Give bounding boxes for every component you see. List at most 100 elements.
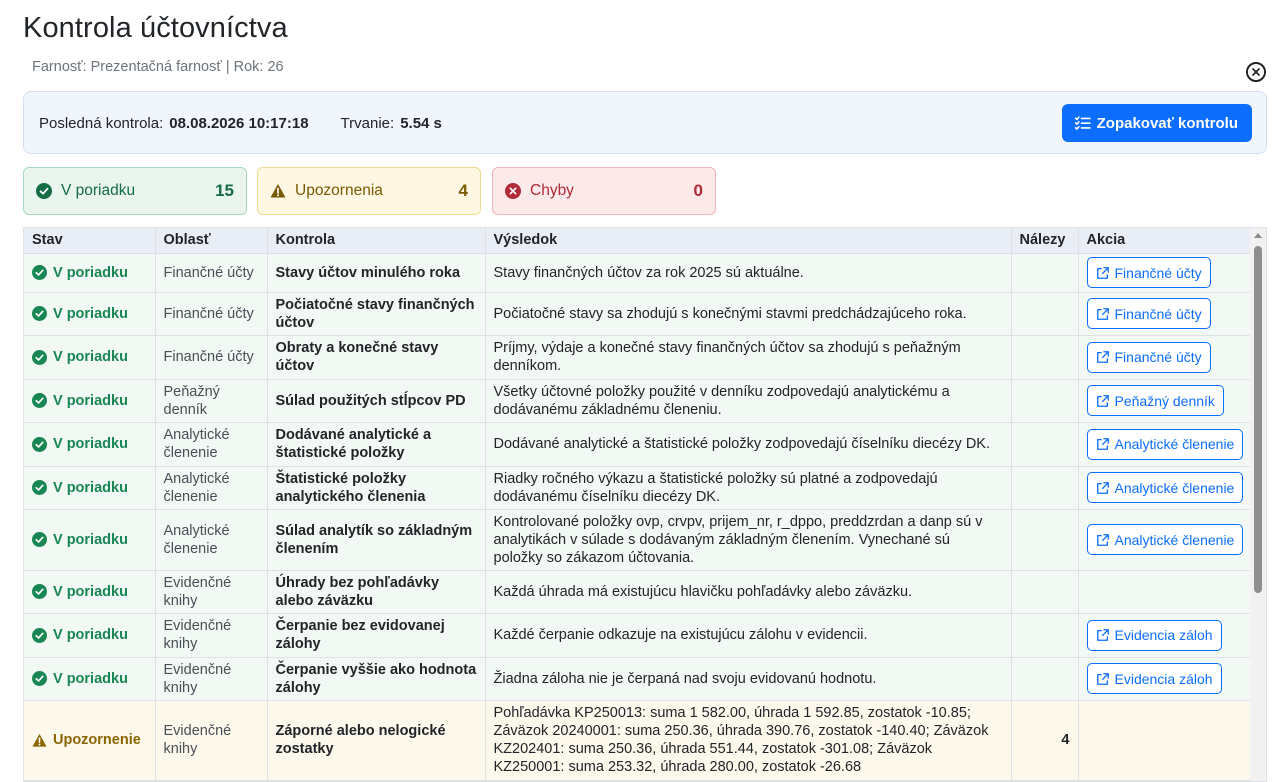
area-cell: Peňažný denník <box>155 379 268 423</box>
rerun-label: Zopakovať kontrolu <box>1096 114 1238 132</box>
findings-cell <box>1011 292 1079 336</box>
status-badge: V poriadku <box>32 479 147 497</box>
status-cell: V poriadku <box>24 657 156 701</box>
action-link-button[interactable]: Finančné účty <box>1086 341 1211 373</box>
action-cell: Finančné účty <box>1078 292 1252 336</box>
status-cell: V poriadku <box>24 570 156 614</box>
duration-value: 5.54 s <box>400 115 442 132</box>
action-label: Analytické členenie <box>1114 531 1235 548</box>
action-link-button[interactable]: Peňažný denník <box>1086 385 1224 416</box>
action-link-button[interactable]: Finančné účty <box>1086 298 1211 329</box>
status-badge: Upozornenie <box>32 731 147 749</box>
table-row: V poriadku Finančné účty Obraty a konečné … <box>24 335 1252 380</box>
action-label: Evidencia záloh <box>1114 627 1213 643</box>
action-label: Finančné účty <box>1114 349 1202 365</box>
header-status: Stav <box>24 228 156 254</box>
action-cell: Peňažný denník <box>1078 379 1252 423</box>
check-name-cell: Čerpanie bez evidovanej zálohy <box>267 613 486 658</box>
page-title: Kontrola účtovníctva <box>23 12 288 44</box>
stat-ok: V poriadku 15 <box>23 167 247 215</box>
findings-cell <box>1011 379 1079 423</box>
close-icon[interactable] <box>1246 62 1266 82</box>
findings-cell <box>1011 613 1079 658</box>
status-badge: V poriadku <box>32 264 147 282</box>
action-cell: Finančné účty <box>1078 253 1252 293</box>
status-cell: V poriadku <box>24 422 156 467</box>
action-link-button[interactable]: Analytické členenie <box>1086 428 1244 460</box>
header-check: Kontrola <box>267 228 486 254</box>
action-link-button[interactable]: Analytické členenie <box>1086 524 1244 555</box>
area-cell: Finančné účty <box>155 253 268 293</box>
findings-cell <box>1011 422 1079 467</box>
action-link-button[interactable]: Evidencia záloh <box>1086 663 1222 694</box>
external-link-icon <box>1096 481 1109 494</box>
duration-label: Trvanie: <box>340 115 395 132</box>
check-name-cell: Počiatočné stavy finančných účtov <box>267 292 486 336</box>
stat-err-label: Chyby <box>530 182 574 199</box>
result-cell: Každé čerpanie odkazuje na existujúcu zá… <box>485 613 1012 658</box>
stat-warn: Upozornenia 4 <box>257 167 481 215</box>
status-label: V poriadku <box>53 349 128 365</box>
area-cell: Analytické členenie <box>155 422 268 467</box>
action-cell: Finančné účty <box>1078 335 1252 380</box>
header-result: Výsledok <box>485 228 1012 254</box>
header-action: Akcia <box>1078 228 1252 254</box>
action-link-button[interactable]: Evidencia záloh <box>1086 619 1222 651</box>
x-circle-icon <box>505 183 521 199</box>
external-link-icon <box>1096 533 1109 546</box>
table-row: V poriadku Evidenčné knihy Úhrady bez pohľ… <box>24 570 1252 614</box>
external-link-icon <box>1096 438 1109 450</box>
status-label: V poriadku <box>53 305 128 322</box>
rerun-check-button[interactable]: Zopakovať kontrolu <box>1061 104 1252 142</box>
scrollbar-thumb[interactable] <box>1254 246 1262 593</box>
result-cell: Riadky ročného výkazu a štatistické polo… <box>485 466 1012 510</box>
status-badge: V poriadku <box>32 305 147 323</box>
action-link-button[interactable]: Finančné účty <box>1086 257 1211 288</box>
findings-cell <box>1011 335 1079 380</box>
check-name-cell: Dodávané analytické a štatistické položk… <box>267 422 486 467</box>
action-cell: Analytické členenie <box>1078 509 1252 571</box>
result-cell: Kontrolované položky ovp, crvpv, prijem_… <box>485 509 1012 571</box>
table-row: V poriadku Evidenčné knihy Čerpanie bez ev… <box>24 613 1252 658</box>
check-name-cell: Súlad použitých stĺpcov PD <box>267 379 486 423</box>
action-cell: Analytické členenie <box>1078 466 1252 510</box>
area-cell: Evidenčné knihy <box>155 570 268 614</box>
status-cell: V poriadku <box>24 379 156 423</box>
status-badge: V poriadku <box>32 583 147 601</box>
check-circle-icon <box>32 480 47 495</box>
stat-ok-label: V poriadku <box>61 182 136 199</box>
action-label: Analytické členenie <box>1114 479 1235 496</box>
area-cell: Analytické členenie <box>155 466 268 510</box>
status-label: V poriadku <box>53 436 128 452</box>
status-badge: V poriadku <box>32 670 147 688</box>
result-cell: Počiatočné stavy sa zhodujú s konečnými … <box>485 292 1012 336</box>
result-cell: Príjmy, výdaje a konečné stavy finančnýc… <box>485 335 1012 380</box>
stat-warn-label: Upozornenia <box>295 182 383 199</box>
warning-icon <box>32 733 47 747</box>
action-label: Analytické členenie <box>1114 436 1235 452</box>
area-cell: Evidenčné knihy <box>155 700 268 781</box>
status-label: Upozornenie <box>53 732 141 748</box>
findings-cell: 4 <box>1011 700 1079 781</box>
area-cell: Evidenčné knihy <box>155 613 268 658</box>
external-link-icon <box>1096 394 1109 407</box>
check-name-cell: Záporné alebo nelogické zostatky <box>267 700 486 781</box>
table-row: V poriadku Finančné účty Stavy účtov minul… <box>24 253 1252 293</box>
findings-cell <box>1011 570 1079 614</box>
table-row: V poriadku Analytické členenie Štatistické… <box>24 466 1252 510</box>
scroll-up-arrow-icon[interactable] <box>1254 233 1262 238</box>
action-label: Peňažný denník <box>1114 392 1215 409</box>
external-link-icon <box>1096 672 1109 685</box>
area-cell: Finančné účty <box>155 335 268 380</box>
action-label: Evidencia záloh <box>1114 670 1213 687</box>
action-label: Finančné účty <box>1114 305 1202 322</box>
check-circle-icon <box>32 584 47 599</box>
status-cell: V poriadku <box>24 613 156 658</box>
scrollbar[interactable] <box>1250 228 1266 781</box>
status-cell: V poriadku <box>24 509 156 571</box>
status-badge: V poriadku <box>32 392 147 410</box>
results-table-container[interactable]: Stav Oblasť Kontrola Výsledok Nálezy Akc… <box>23 227 1267 782</box>
result-cell: Žiadna záloha nie je čerpaná nad svoju e… <box>485 657 1012 701</box>
check-name-cell: Čerpanie vyššie ako hodnota zálohy <box>267 657 486 701</box>
action-link-button[interactable]: Analytické členenie <box>1086 472 1244 503</box>
